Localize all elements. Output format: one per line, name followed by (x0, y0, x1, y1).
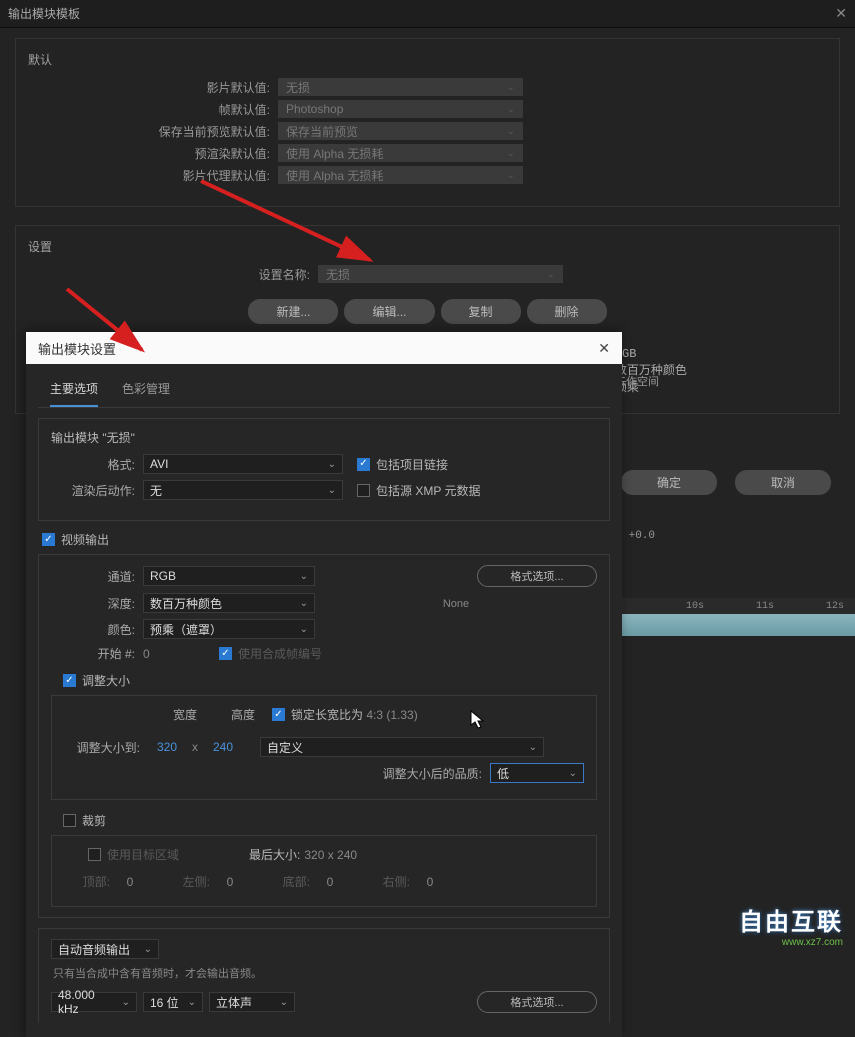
crop-group: 使用目标区域 最后大小: 320 x 240 顶部: 0 左侧: 0 底部: 0… (51, 835, 597, 907)
audio-bits-select[interactable]: 16 位 (143, 992, 203, 1012)
quality-label: 调整大小后的品质: (383, 765, 490, 782)
include-link-label: 包括项目链接 (376, 456, 448, 473)
setting-name-select[interactable]: 无损 (318, 265, 563, 283)
video-none-text: None (443, 598, 469, 610)
main-dialog-titlebar: 输出模块模板 ✕ (0, 0, 855, 28)
output-module-title: 输出模块 "无损" (51, 429, 597, 446)
watermark-logo: 自由互联 www.xz7.com (739, 902, 843, 948)
video-output-checkbox[interactable] (42, 533, 55, 546)
quality-select[interactable]: 低 (490, 763, 584, 783)
movie-default-label: 影片默认值: (28, 79, 278, 96)
settings-group-title: 设置 (28, 238, 827, 255)
resize-checkbox[interactable] (63, 674, 76, 687)
new-button[interactable]: 新建... (248, 299, 338, 324)
v-channel-select[interactable]: RGB (143, 566, 315, 586)
use-comp-frame-label: 使用合成帧编号 (238, 645, 322, 662)
v-channel-label: 通道: (51, 568, 143, 585)
crop-left-value[interactable]: 0 (210, 875, 250, 889)
resize-to-label: 调整大小到: (64, 739, 148, 756)
output-module-settings-dialog: 输出模块设置 ✕ 主要选项 色彩管理 输出模块 "无损" 格式: AVI 包括项… (26, 332, 622, 1037)
include-link-checkbox[interactable] (357, 458, 370, 471)
output-module-group: 输出模块 "无损" 格式: AVI 包括项目链接 渲染后动作: 无 包括源 XM… (38, 418, 610, 521)
v-color-label: 颜色: (51, 621, 143, 638)
frame-default-select[interactable]: Photoshop (278, 100, 523, 118)
movie-default-select[interactable]: 无损 (278, 78, 523, 96)
v-color-select[interactable]: 预乘（遮罩） (143, 619, 315, 639)
resize-height-input[interactable]: 240 (204, 740, 242, 754)
defaults-group-title: 默认 (28, 51, 827, 68)
use-target-label: 使用目标区域 (107, 846, 179, 863)
setting-name-label: 设置名称: (28, 266, 318, 283)
cancel-button[interactable]: 取消 (735, 470, 831, 495)
final-size-value: 320 x 240 (304, 848, 357, 862)
include-xmp-label: 包括源 XMP 元数据 (376, 482, 480, 499)
crop-bottom-label: 底部: (250, 873, 310, 890)
save-preview-default-select[interactable]: 保存当前预览 (278, 122, 523, 140)
timeline-track[interactable] (620, 614, 855, 636)
crop-left-label: 左侧: (150, 873, 210, 890)
crop-bottom-value[interactable]: 0 (310, 875, 350, 889)
sub-close-icon[interactable]: ✕ (598, 340, 610, 357)
lock-aspect-checkbox[interactable] (272, 708, 285, 721)
audio-group: 自动音频输出 只有当合成中含有音频时，才会输出音频。 48.000 kHz 16… (38, 928, 610, 1023)
resize-preset-select[interactable]: 自定义 (260, 737, 544, 757)
crop-label: 裁剪 (82, 812, 106, 829)
resize-group: 宽度 高度 锁定长宽比为 4:3 (1.33) 调整大小到: 320 x 240… (51, 695, 597, 800)
use-comp-frame-checkbox[interactable] (219, 647, 232, 660)
audio-format-options-button[interactable]: 格式选项... (477, 991, 597, 1013)
video-group: 通道: RGB 格式选项... 深度: 数百万种颜色 None 颜色: 预乘（遮… (38, 554, 610, 918)
resize-width-input[interactable]: 320 (148, 740, 186, 754)
audio-rate-select[interactable]: 48.000 kHz (51, 992, 137, 1012)
sub-dialog-title: 输出模块设置 (38, 339, 116, 358)
v-start-label: 开始 #: (51, 645, 143, 662)
v-depth-select[interactable]: 数百万种颜色 (143, 593, 315, 613)
prerender-default-label: 预渲染默认值: (28, 145, 278, 162)
sub-format-select[interactable]: AVI (143, 454, 343, 474)
v-start-value[interactable]: 0 (143, 647, 183, 661)
ok-button[interactable]: 确定 (621, 470, 717, 495)
video-output-label: 视频输出 (61, 531, 109, 548)
sub-dialog-titlebar: 输出模块设置 ✕ (26, 332, 622, 364)
tab-color-management[interactable]: 色彩管理 (122, 380, 170, 407)
duplicate-button[interactable]: 复制 (441, 299, 521, 324)
include-xmp-checkbox[interactable] (357, 484, 370, 497)
auto-audio-select[interactable]: 自动音频输出 (51, 939, 159, 959)
sub-tabs: 主要选项 色彩管理 (38, 374, 610, 408)
edit-button[interactable]: 编辑... (344, 299, 434, 324)
close-icon[interactable]: ✕ (835, 5, 847, 22)
video-format-options-button[interactable]: 格式选项... (477, 565, 597, 587)
audio-stereo-select[interactable]: 立体声 (209, 992, 295, 1012)
save-preview-default-label: 保存当前预览默认值: (28, 123, 278, 140)
crop-top-label: 顶部: (64, 873, 110, 890)
resize-x: x (186, 740, 204, 754)
height-header: 高度 (214, 706, 272, 723)
resize-label: 调整大小 (82, 672, 130, 689)
defaults-group: 默认 影片默认值: 无损 帧默认值: Photoshop 保存当前预览默认值: … (15, 38, 840, 207)
use-target-checkbox[interactable] (88, 848, 101, 861)
prerender-default-select[interactable]: 使用 Alpha 无损耗 (278, 144, 523, 162)
final-size-label: 最后大小: (249, 846, 300, 863)
timeline-ruler: 10s 11s 12s (620, 598, 855, 614)
proxy-default-select[interactable]: 使用 Alpha 无损耗 (278, 166, 523, 184)
crop-checkbox[interactable] (63, 814, 76, 827)
sub-format-label: 格式: (51, 456, 143, 473)
timeline-offset: +0.0 (629, 530, 655, 542)
crop-right-label: 右侧: (350, 873, 410, 890)
post-render-select[interactable]: 无 (143, 480, 343, 500)
crop-top-value[interactable]: 0 (110, 875, 150, 889)
post-render-label: 渲染后动作: (51, 482, 143, 499)
frame-default-label: 帧默认值: (28, 101, 278, 118)
width-header: 宽度 (156, 706, 214, 723)
proxy-default-label: 影片代理默认值: (28, 167, 278, 184)
delete-button[interactable]: 删除 (527, 299, 607, 324)
tab-main-options[interactable]: 主要选项 (50, 380, 98, 407)
crop-right-value[interactable]: 0 (410, 875, 450, 889)
v-depth-label: 深度: (51, 595, 143, 612)
main-dialog-title: 输出模块模板 (8, 5, 80, 22)
lock-aspect-label: 锁定长宽比为 4:3 (1.33) (291, 706, 418, 723)
audio-desc: 只有当合成中含有音频时，才会输出音频。 (53, 965, 597, 981)
